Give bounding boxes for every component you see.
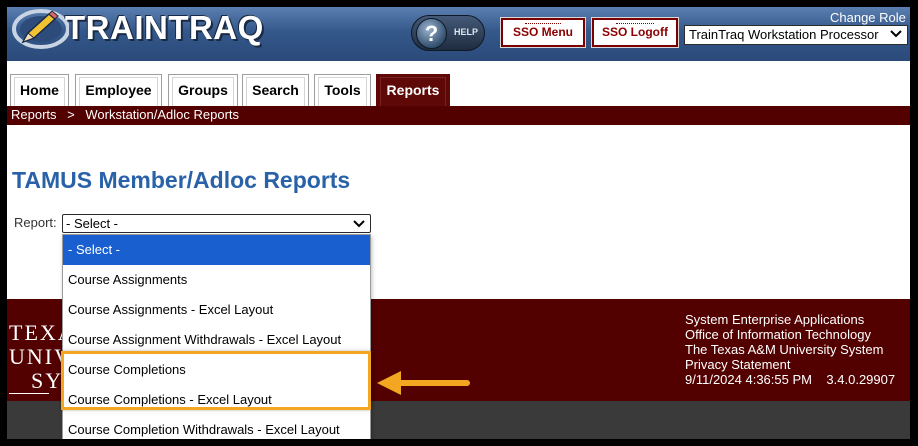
report-label: Report: xyxy=(14,215,57,230)
report-option[interactable]: Course Assignment Withdrawals - Excel La… xyxy=(63,325,370,355)
report-option[interactable]: Course Assignments - Excel Layout xyxy=(63,295,370,325)
footer-info: System Enterprise Applications Office of… xyxy=(685,312,895,387)
breadcrumb-separator: > xyxy=(67,107,75,122)
traintraq-logo[interactable]: TRAINTRAQ xyxy=(7,7,267,51)
report-option[interactable]: Course Assignments xyxy=(63,265,370,295)
page-title: TAMUS Member/Adloc Reports xyxy=(12,167,351,193)
report-select-value: - Select - xyxy=(66,216,119,231)
report-options-list[interactable]: - Select - Course Assignments Course Ass… xyxy=(62,234,371,439)
privacy-statement-link[interactable]: Privacy Statement xyxy=(685,357,895,372)
tab-home[interactable]: Home xyxy=(10,74,69,106)
footer-timestamp: 9/11/2024 4:36:55 PM xyxy=(685,372,812,387)
role-select[interactable]: TrainTraq Workstation Processor xyxy=(684,25,908,45)
sso-menu-button[interactable]: SSO Menu xyxy=(500,17,586,48)
tab-groups[interactable]: Groups xyxy=(168,74,238,106)
app-name: TRAINTRAQ xyxy=(65,9,264,46)
tab-tools[interactable]: Tools xyxy=(314,74,371,106)
pencil-logo-icon xyxy=(12,9,69,49)
report-option[interactable]: Course Completions - Excel Layout xyxy=(63,385,370,415)
header-bar: TRAINTRAQ ? HELP SSO Menu SSO Logoff Cha… xyxy=(7,7,910,61)
chevron-down-icon xyxy=(890,30,902,38)
change-role-label: Change Role xyxy=(830,10,906,25)
report-option[interactable]: - Select - xyxy=(63,235,370,265)
breadcrumb-reports[interactable]: Reports xyxy=(11,107,57,122)
arrow-left-icon xyxy=(377,371,470,395)
breadcrumb: Reports > Workstation/Adloc Reports xyxy=(7,106,910,125)
chevron-down-icon xyxy=(353,220,365,228)
tab-search[interactable]: Search xyxy=(242,74,309,106)
tab-bar: Home Employee Groups Search Tools Report… xyxy=(7,61,910,106)
report-option[interactable]: Course Completion Withdrawals - Excel La… xyxy=(63,415,370,439)
footer-line-tamus: The Texas A&M University System xyxy=(685,342,884,357)
help-label: HELP xyxy=(454,27,479,37)
footer-line-oit: Office of Information Technology xyxy=(685,327,871,342)
footer-timestamp-row: 9/11/2024 4:36:55 PM 3.4.0.29907 xyxy=(685,372,895,387)
app-window: TRAINTRAQ ? HELP SSO Menu SSO Logoff Cha… xyxy=(7,7,910,439)
role-select-value: TrainTraq Workstation Processor xyxy=(689,27,879,42)
footer-line-sea: System Enterprise Applications xyxy=(685,312,865,327)
sso-logoff-button[interactable]: SSO Logoff xyxy=(591,17,679,48)
tab-reports[interactable]: Reports xyxy=(376,74,450,106)
report-option[interactable]: Course Completions xyxy=(63,355,370,385)
report-select[interactable]: - Select - xyxy=(62,214,371,233)
footer-version: 3.4.0.29907 xyxy=(826,372,896,387)
breadcrumb-current: Workstation/Adloc Reports xyxy=(85,107,240,122)
tab-employee[interactable]: Employee xyxy=(75,74,162,106)
question-mark-icon: ? xyxy=(416,18,447,49)
help-button[interactable]: ? HELP xyxy=(411,15,485,51)
